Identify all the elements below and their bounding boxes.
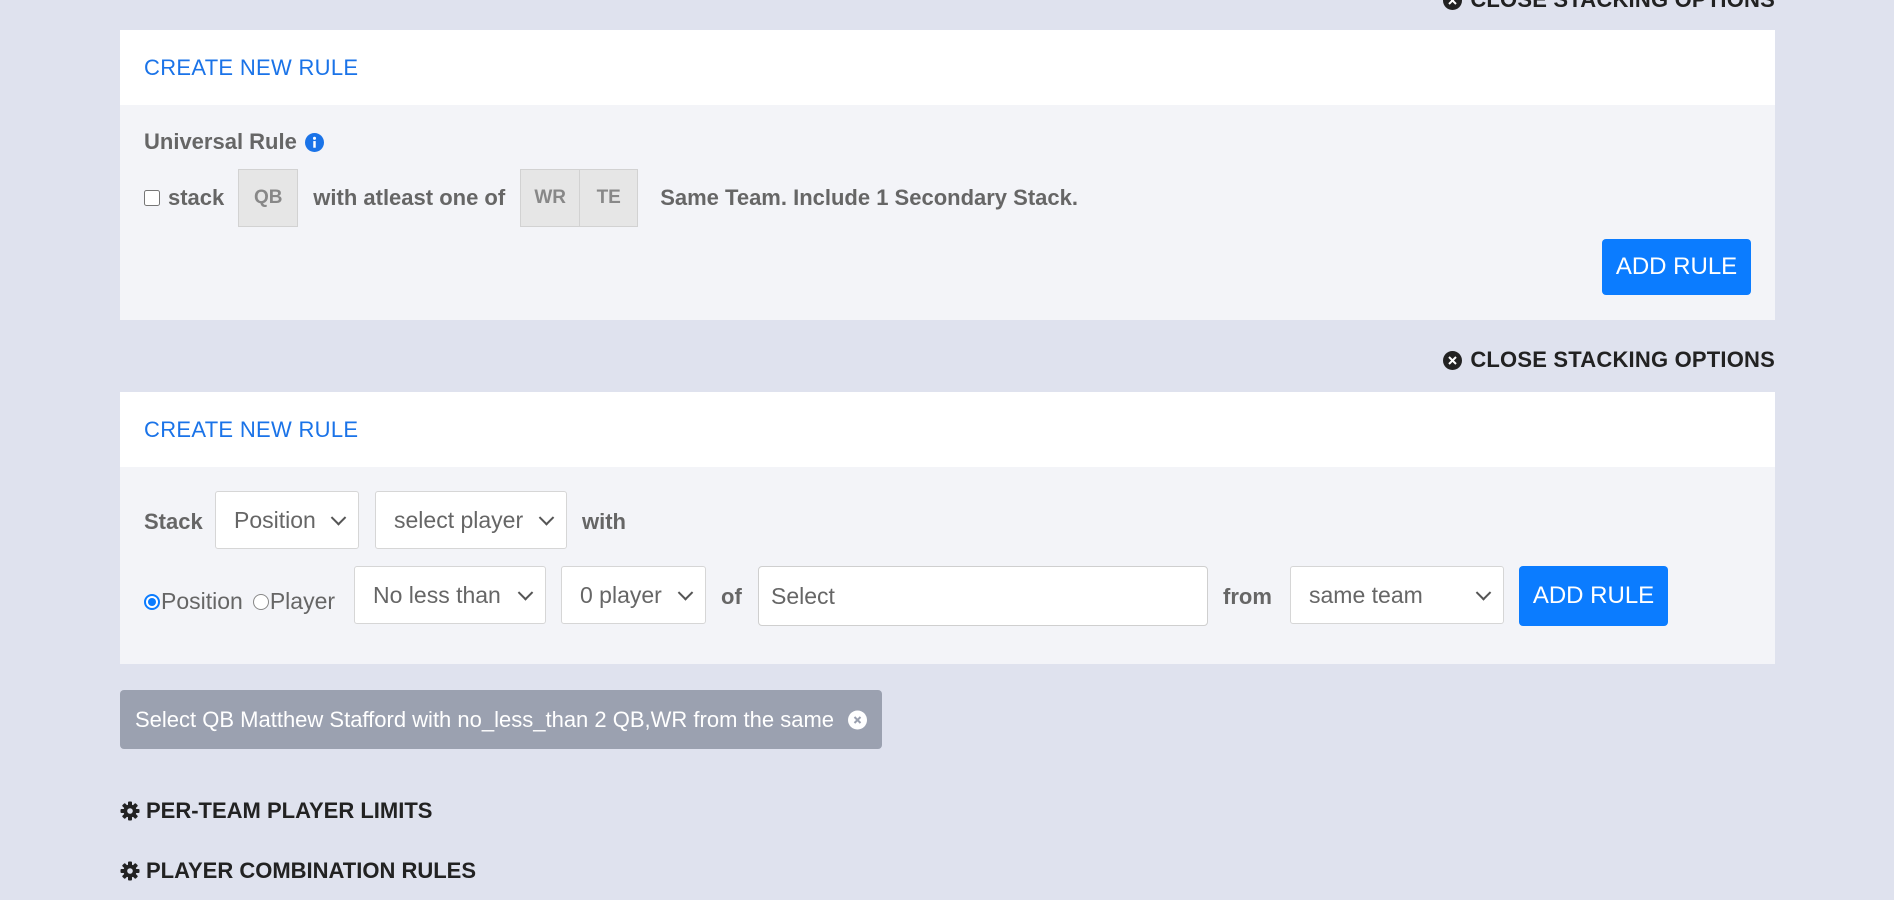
of-label: of	[721, 584, 742, 609]
chip-qb[interactable]: QB	[239, 170, 297, 226]
chevron-down-icon	[330, 510, 347, 526]
player-combination-rules-link[interactable]: PLAYER COMBINATION RULES	[120, 858, 476, 884]
player-select[interactable]: select player	[375, 491, 567, 549]
chevron-down-icon	[677, 585, 694, 601]
target-multiselect[interactable]: Select	[758, 566, 1208, 626]
universal-rule-heading: Universal Rule	[144, 129, 324, 155]
combination-label: PLAYER COMBINATION RULES	[146, 858, 477, 883]
custom-rule-panel: CREATE NEW RULE Stack Position select pl…	[120, 392, 1775, 664]
info-icon[interactable]	[304, 132, 324, 152]
with-label: with	[582, 509, 626, 534]
stack-position-chips: QB	[238, 169, 299, 227]
gear-icon	[120, 861, 140, 881]
player-select-value: select player	[394, 506, 524, 533]
stack-type-select[interactable]: Position	[215, 491, 359, 549]
from-label: from	[1223, 584, 1272, 609]
with-position-chips: WR TE	[520, 169, 639, 227]
target-type-radios: Position Player	[144, 588, 335, 615]
add-rule-button-custom[interactable]: ADD RULE	[1519, 566, 1668, 626]
team-value: same team	[1309, 581, 1423, 608]
universal-rule-suffix: Same Team. Include 1 Secondary Stack.	[660, 185, 1078, 210]
count-select[interactable]: 0 player	[561, 566, 706, 624]
universal-stack-checkbox[interactable]	[144, 190, 160, 206]
radio-player[interactable]	[252, 593, 269, 610]
panel-header: CREATE NEW RULE	[120, 392, 1775, 467]
radio-position-label: Position	[161, 588, 243, 614]
close-stacking-label: CLOSE STACKING OPTIONS	[1470, 0, 1775, 13]
panel-header: CREATE NEW RULE	[120, 30, 1775, 105]
chevron-down-icon	[1475, 585, 1492, 601]
create-new-rule-title: CREATE NEW RULE	[144, 54, 359, 80]
comparison-select[interactable]: No less than	[354, 566, 546, 624]
universal-rule-panel: CREATE NEW RULE Universal Rule stack QB …	[120, 30, 1775, 320]
universal-rule-label: Universal Rule	[144, 129, 297, 154]
close-circle-icon	[1443, 350, 1463, 370]
per-team-label: PER-TEAM PLAYER LIMITS	[146, 798, 433, 823]
remove-rule-icon[interactable]	[848, 710, 867, 729]
add-rule-button-universal[interactable]: ADD RULE	[1602, 239, 1751, 295]
per-team-player-limits-link[interactable]: PER-TEAM PLAYER LIMITS	[120, 798, 432, 824]
count-value: 0 player	[580, 581, 662, 608]
chip-wr[interactable]: WR	[521, 170, 579, 226]
radio-position[interactable]	[144, 593, 160, 610]
radio-player-label: Player	[269, 588, 336, 614]
stack-type-value: Position	[234, 506, 316, 533]
rule-tag-text: Select QB Matthew Stafford with no_less_…	[135, 706, 835, 732]
chevron-down-icon	[538, 510, 555, 526]
stack-label: Stack	[144, 509, 203, 534]
create-new-rule-title: CREATE NEW RULE	[144, 416, 359, 442]
close-circle-icon	[1443, 0, 1463, 10]
gear-icon	[120, 801, 140, 821]
chevron-down-icon	[517, 585, 534, 601]
close-stacking-options-top[interactable]: CLOSE STACKING OPTIONS	[1443, 0, 1775, 13]
chip-te[interactable]: TE	[579, 170, 637, 226]
rule-tag: Select QB Matthew Stafford with no_less_…	[120, 690, 882, 749]
comparison-value: No less than	[373, 581, 501, 608]
team-select[interactable]: same team	[1290, 566, 1504, 624]
target-placeholder: Select	[771, 582, 835, 609]
stack-label: stack	[168, 185, 225, 210]
with-atleast-label: with atleast one of	[313, 185, 506, 210]
universal-rule-row: stack QB with atleast one of WR TE Same …	[144, 169, 1078, 227]
close-stacking-label: CLOSE STACKING OPTIONS	[1470, 347, 1775, 372]
close-stacking-options[interactable]: CLOSE STACKING OPTIONS	[1443, 347, 1775, 373]
